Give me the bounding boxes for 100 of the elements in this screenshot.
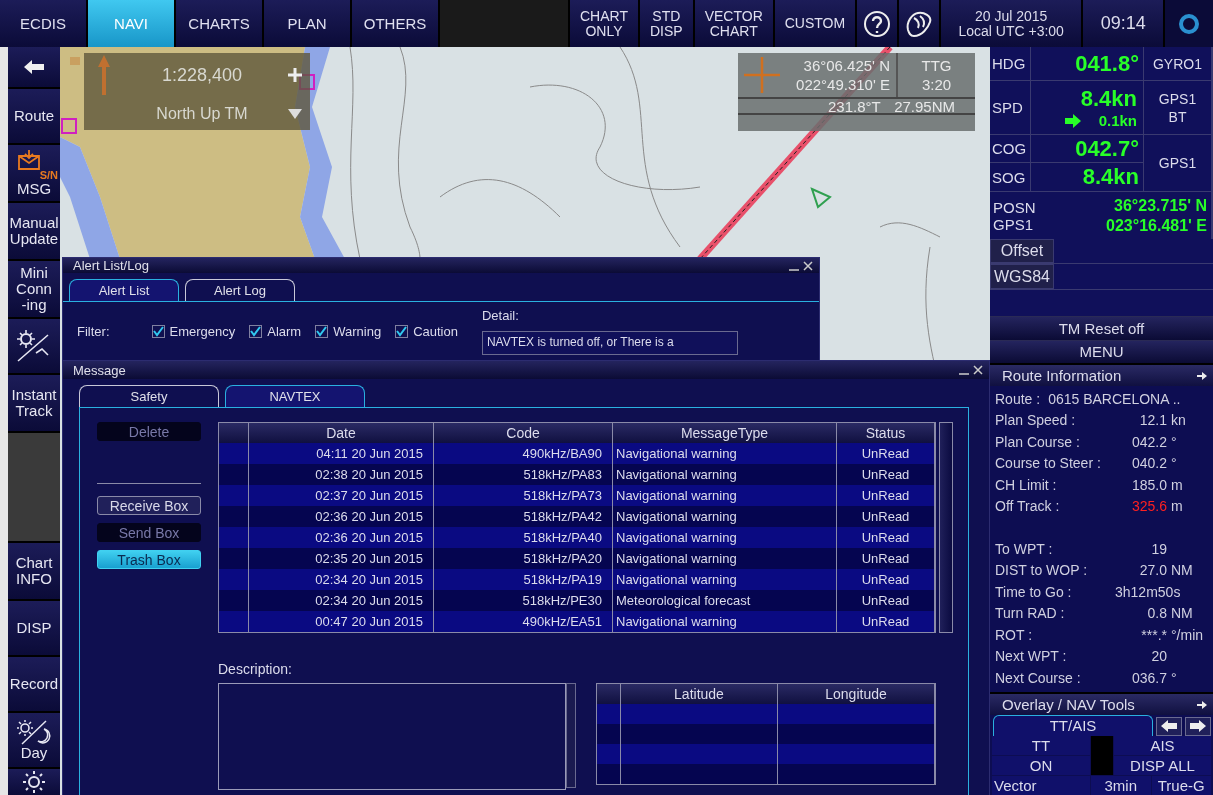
unit-text: ° — [1171, 455, 1177, 472]
table-cell: 518kHz/PA42 — [434, 506, 613, 527]
offset-button[interactable]: Offset — [990, 239, 1054, 264]
checkbox[interactable] — [315, 325, 329, 338]
sensor-source: GPS1 — [1144, 135, 1211, 191]
tool-tab[interactable]: TT/AIS — [993, 715, 1153, 736]
checkbox[interactable] — [249, 325, 263, 338]
previous-button[interactable] — [1156, 717, 1182, 736]
column-header[interactable]: Status — [837, 423, 935, 443]
route-info-label: Route : — [995, 390, 1041, 407]
folder-button[interactable]: Receive Box — [97, 496, 201, 515]
tm-reset-button[interactable]: TM Reset off — [990, 316, 1213, 340]
table-cell: 02:35 20 Jun 2015 — [249, 548, 434, 569]
description-label: Description: — [218, 661, 293, 677]
menu-tab[interactable]: CHARTS — [176, 0, 262, 47]
close-icon[interactable] — [803, 260, 813, 271]
checkbox-label: Caution — [413, 324, 458, 339]
table-cell: 518kHz/PA73 — [434, 485, 613, 506]
sidebar-button[interactable]: Mini Conn -ing — [8, 261, 60, 317]
column-header[interactable]: MessageType — [613, 423, 837, 443]
row-header-cell[interactable] — [219, 443, 249, 464]
message-button[interactable]: S/N MSG — [8, 145, 60, 201]
row-header-cell[interactable] — [219, 611, 249, 632]
route-info-label: Off Track : — [995, 498, 1061, 515]
ais-display-button[interactable]: DISP ALL — [1114, 756, 1211, 775]
palm-button[interactable] — [899, 0, 940, 47]
scrollbar[interactable] — [566, 683, 576, 788]
row-header-cell[interactable] — [219, 590, 249, 611]
column-header[interactable]: Date — [249, 423, 434, 443]
window-title: Alert List/Log — [73, 258, 149, 273]
back-arrow-icon — [24, 60, 44, 74]
scrollbar[interactable] — [939, 422, 953, 633]
row-header-cell[interactable] — [219, 548, 249, 569]
detail-text: NAVTEX is turned off, or There is a — [481, 331, 738, 355]
crosshair-icon — [742, 55, 782, 95]
day-night-button[interactable]: Day — [8, 713, 60, 767]
sidebar-button[interactable]: Route — [8, 89, 60, 143]
table-cell: 02:34 20 Jun 2015 — [249, 569, 434, 590]
route-info-value: 27.0 — [1138, 562, 1167, 579]
row-header-cell[interactable] — [219, 464, 249, 485]
menu-tab[interactable]: PLAN — [264, 0, 350, 47]
sidebar-button[interactable]: Manual Update — [8, 203, 60, 259]
vector-label: Vector — [992, 776, 1090, 795]
help-button[interactable] — [857, 0, 898, 47]
checkbox-label: Alarm — [267, 324, 302, 339]
table-cell: UnRead — [837, 611, 935, 632]
tt-toggle-button[interactable]: ON — [992, 756, 1090, 775]
menu-tab[interactable]: ECDIS — [0, 0, 86, 47]
menu-tab[interactable]: OTHERS — [352, 0, 438, 47]
row-header-cell[interactable] — [219, 527, 249, 548]
sidebar-button[interactable]: DISP — [8, 601, 60, 655]
caret-icon[interactable] — [288, 108, 302, 119]
sidebar-button[interactable]: Record — [8, 657, 60, 711]
row-header-cell[interactable] — [219, 506, 249, 527]
folder-button[interactable]: Trash Box — [97, 550, 201, 569]
vector-mode-button[interactable]: True-G — [1151, 776, 1211, 795]
ring-icon — [1178, 12, 1201, 35]
brightness-button[interactable] — [8, 769, 60, 795]
sog-value: 8.4kn — [1031, 163, 1143, 191]
tools-button[interactable] — [8, 319, 60, 373]
back-button[interactable] — [8, 47, 60, 87]
window-tab[interactable]: Safety — [79, 385, 219, 407]
row-header-cell[interactable] — [219, 485, 249, 506]
date-text: 20 Jul 2015 — [974, 8, 1048, 24]
route-info-label: Plan Speed : — [995, 412, 1077, 429]
arrow-right-icon[interactable] — [1197, 371, 1207, 380]
display-mode-button[interactable]: STD DISP — [639, 0, 693, 47]
next-button[interactable] — [1185, 717, 1211, 736]
scale-text: 1:228,400 — [161, 64, 243, 86]
cog-label: COG — [990, 135, 1030, 162]
table-cell: UnRead — [837, 569, 935, 590]
description-box[interactable] — [218, 683, 566, 790]
sidebar-button[interactable]: Chart INFO — [8, 543, 60, 599]
row-header-cell[interactable] — [219, 569, 249, 590]
sidebar-button[interactable]: Instant Track — [8, 375, 60, 431]
unit-text: m — [1171, 498, 1183, 515]
checkbox[interactable] — [151, 325, 165, 338]
display-mode-button[interactable]: CUSTOM — [774, 0, 856, 47]
datum-button[interactable]: WGS84 — [990, 264, 1054, 289]
window-tab[interactable]: Alert List — [69, 279, 179, 301]
window-tab[interactable]: Alert Log — [185, 279, 295, 301]
window-tab[interactable]: NAVTEX — [225, 385, 365, 407]
help-icon — [863, 9, 892, 38]
column-header[interactable]: Code — [434, 423, 613, 443]
table-cell: UnRead — [837, 548, 935, 569]
checkbox[interactable] — [395, 325, 409, 338]
zoom-in-icon[interactable] — [288, 68, 302, 82]
table-cell: UnRead — [837, 506, 935, 527]
display-mode-button[interactable]: CHART ONLY — [570, 0, 638, 47]
table-cell: 518kHz/PE30 — [434, 590, 613, 611]
close-icon[interactable] — [973, 365, 983, 375]
display-mode-button[interactable]: VECTOR CHART — [694, 0, 773, 47]
route-info-value: 3h12m50s — [1115, 583, 1181, 600]
drift-speed: 0.1kn — [1098, 112, 1137, 129]
arrow-right-icon — [1190, 720, 1206, 733]
menu-button[interactable]: MENU — [990, 339, 1213, 364]
route-info-value: 040.2 — [1130, 455, 1167, 472]
vector-time-button[interactable]: 3min — [1091, 776, 1151, 795]
checkbox-label: Emergency — [169, 324, 236, 339]
arrow-right-icon[interactable] — [1197, 700, 1207, 709]
